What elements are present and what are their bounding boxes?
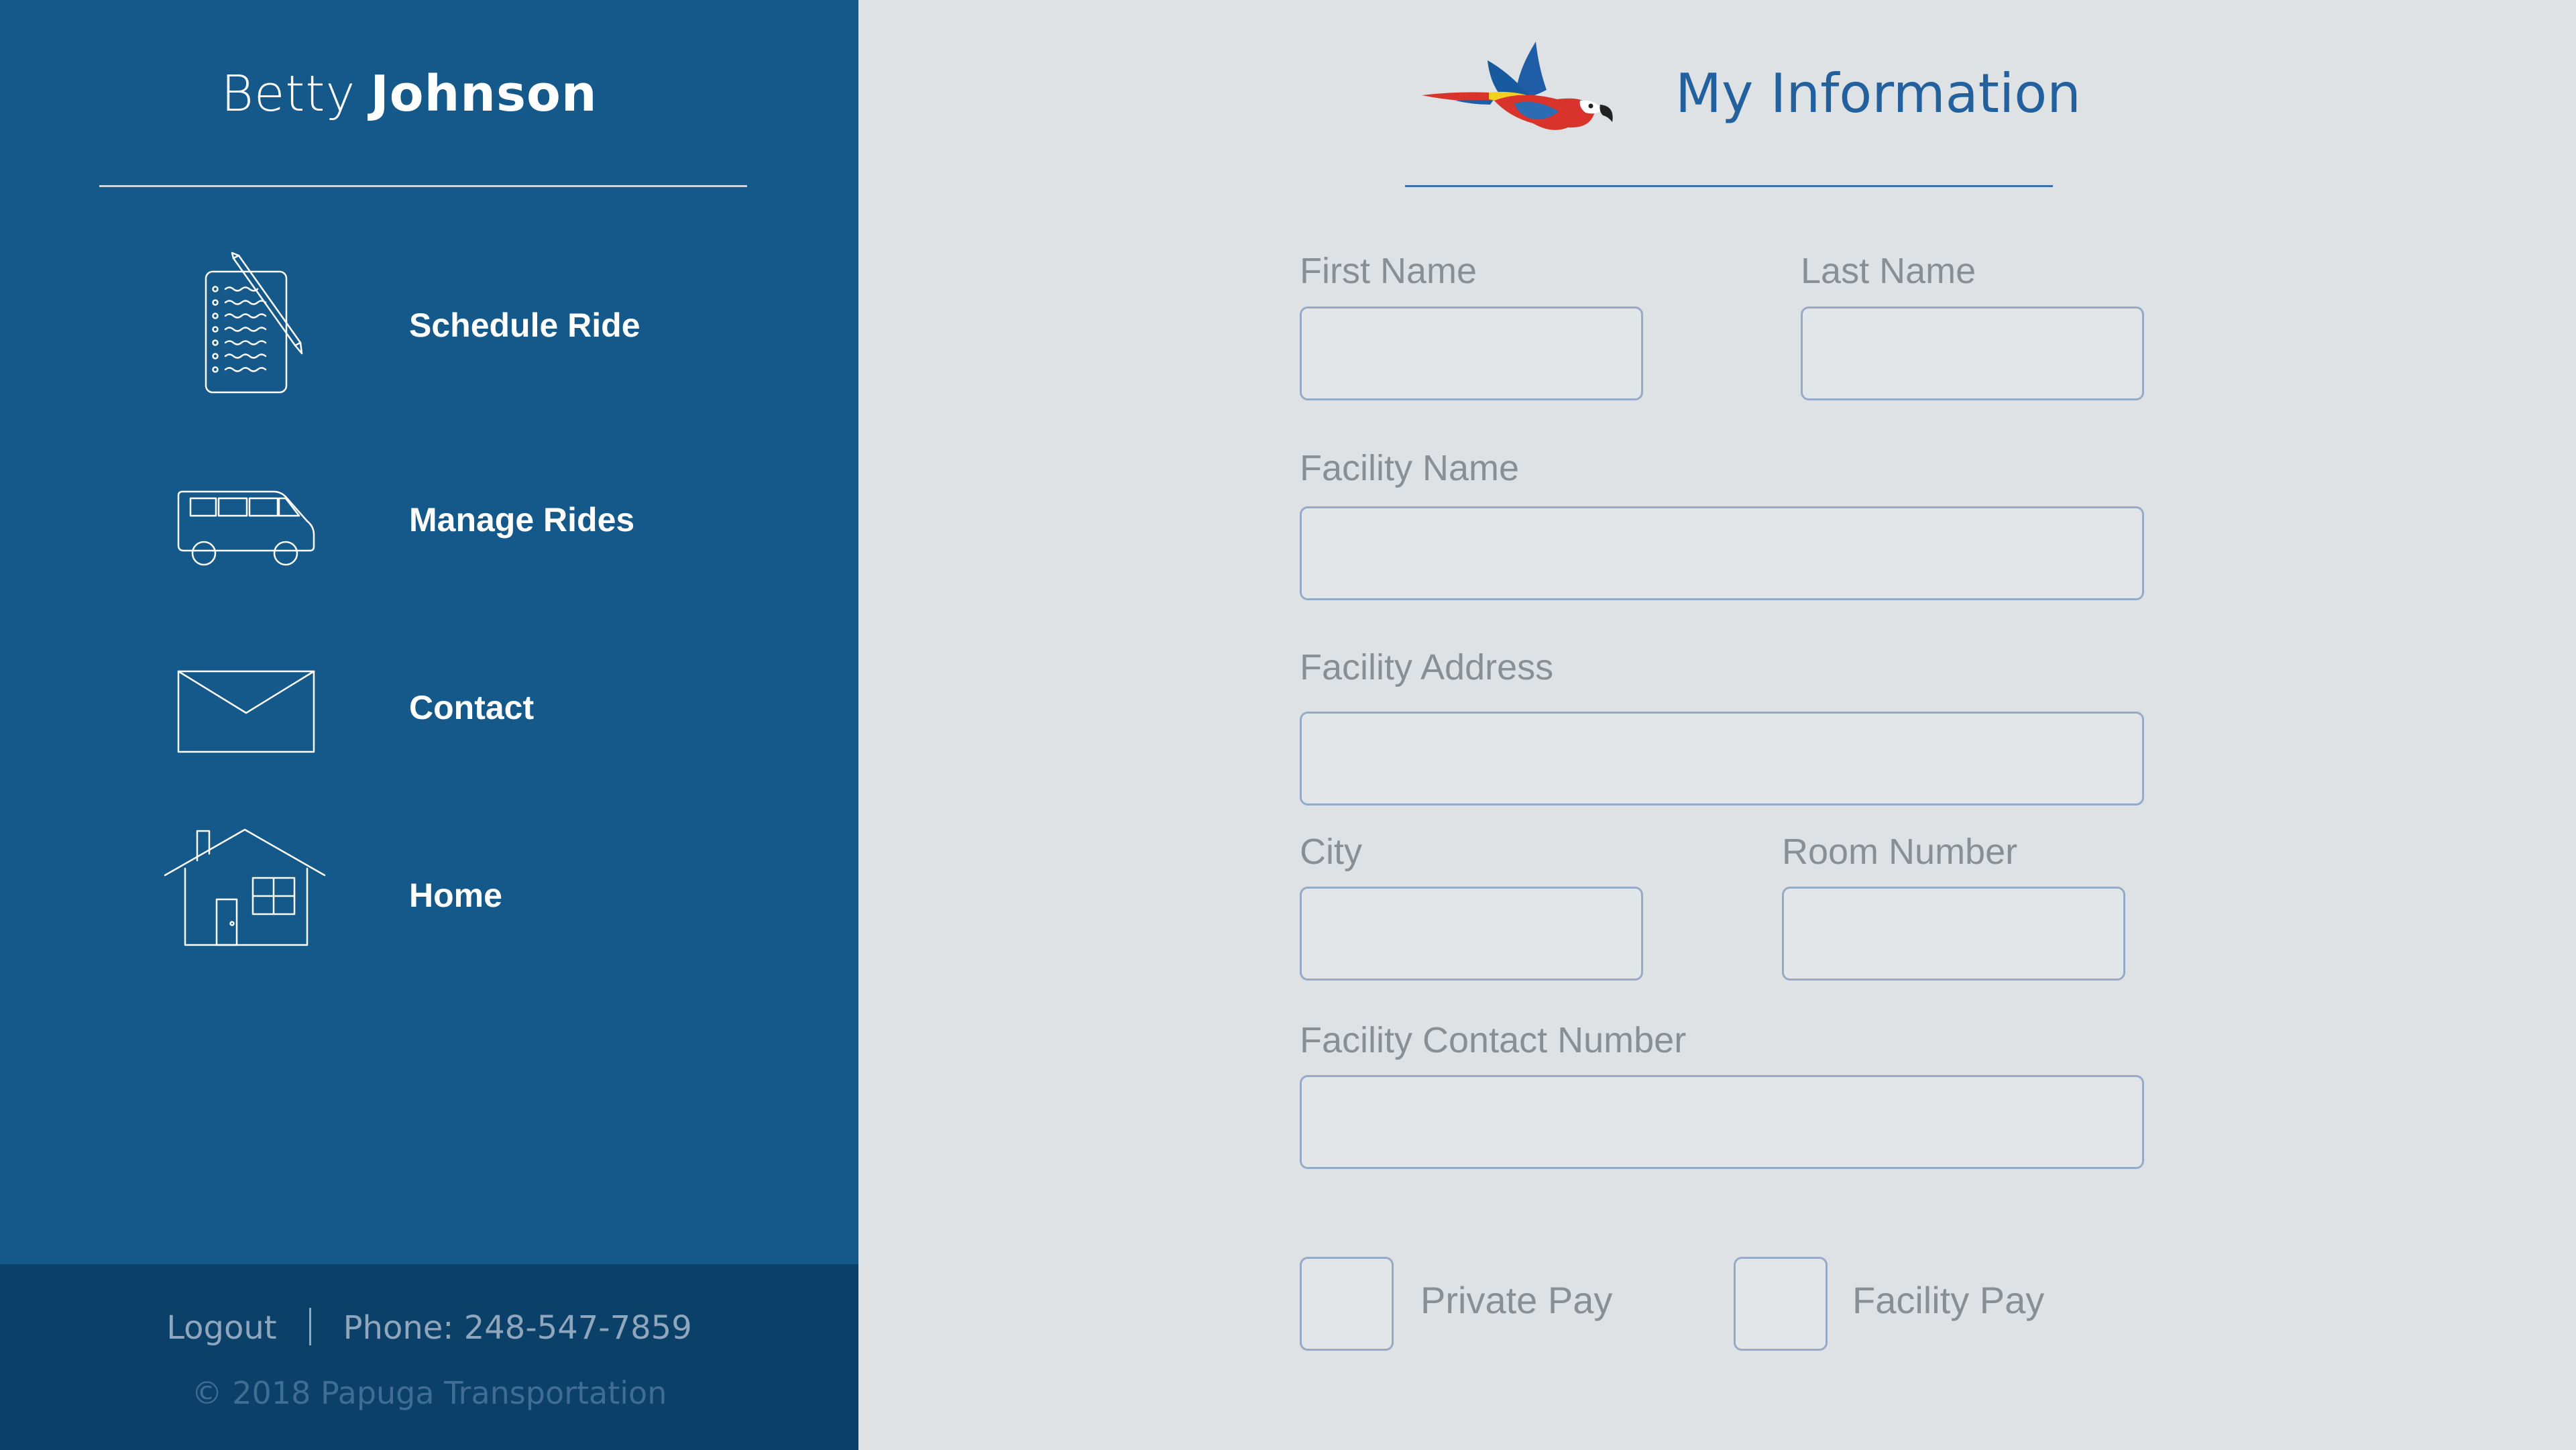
footer-separator	[309, 1308, 311, 1345]
phone-number: Phone: 248-547-7859	[343, 1309, 692, 1347]
main-content: My Information First Name Last Name Faci…	[858, 0, 2576, 1450]
facility-contact-number-label: Facility Contact Number	[1300, 1020, 1687, 1060]
sidebar: Betty Johnson Schedule Ride Manage Rides…	[0, 0, 858, 1450]
room-number-input[interactable]	[1782, 887, 2125, 981]
first-name-input[interactable]	[1300, 306, 1643, 400]
facility-name-label: Facility Name	[1300, 448, 1520, 488]
parrot-logo-icon	[1415, 34, 1616, 148]
room-number-label: Room Number	[1782, 832, 2018, 872]
sidebar-item-contact[interactable]: Contact	[154, 634, 758, 781]
facility-pay-label: Facility Pay	[1852, 1279, 2045, 1321]
last-name-label: Last Name	[1801, 251, 1976, 291]
sidebar-item-schedule-ride[interactable]: Schedule Ride	[154, 252, 758, 399]
first-name-label: First Name	[1300, 251, 1477, 291]
title-divider	[1405, 185, 2053, 187]
user-first-name: Betty	[221, 65, 356, 123]
user-last-name: Johnson	[370, 65, 598, 123]
facility-address-input[interactable]	[1300, 712, 2144, 805]
copyright-text: © 2018 Papuga Transportation	[191, 1375, 667, 1411]
van-icon	[154, 446, 329, 594]
logout-link[interactable]: Logout	[166, 1309, 276, 1347]
city-input[interactable]	[1300, 887, 1643, 981]
footer-links: Logout Phone: 248-547-7859	[0, 1304, 858, 1351]
facility-address-label: Facility Address	[1300, 647, 1554, 687]
sidebar-item-label: Schedule Ride	[409, 306, 640, 344]
house-icon	[154, 822, 329, 969]
sidebar-divider	[99, 185, 747, 187]
envelope-icon	[154, 634, 329, 781]
sidebar-item-label: Manage Rides	[409, 501, 635, 539]
user-name: Betty Johnson	[101, 60, 718, 127]
page-title: My Information	[1675, 62, 2081, 125]
facility-name-input[interactable]	[1300, 506, 2144, 600]
app-window: Betty Johnson Schedule Ride Manage Rides…	[0, 0, 2576, 1450]
city-label: City	[1300, 832, 1362, 872]
sidebar-item-label: Home	[409, 877, 502, 914]
sidebar-item-label: Contact	[409, 689, 535, 726]
sidebar-item-manage-rides[interactable]: Manage Rides	[154, 446, 758, 594]
private-pay-label: Private Pay	[1420, 1279, 1613, 1321]
private-pay-checkbox[interactable]	[1300, 1257, 1394, 1351]
last-name-input[interactable]	[1801, 306, 2144, 400]
facility-pay-checkbox[interactable]	[1734, 1257, 1828, 1351]
clipboard-checklist-icon	[154, 252, 329, 399]
sidebar-footer: Logout Phone: 248-547-7859 © 2018 Papuga …	[0, 1264, 858, 1450]
facility-contact-number-input[interactable]	[1300, 1075, 2144, 1169]
sidebar-item-home[interactable]: Home	[154, 822, 758, 969]
